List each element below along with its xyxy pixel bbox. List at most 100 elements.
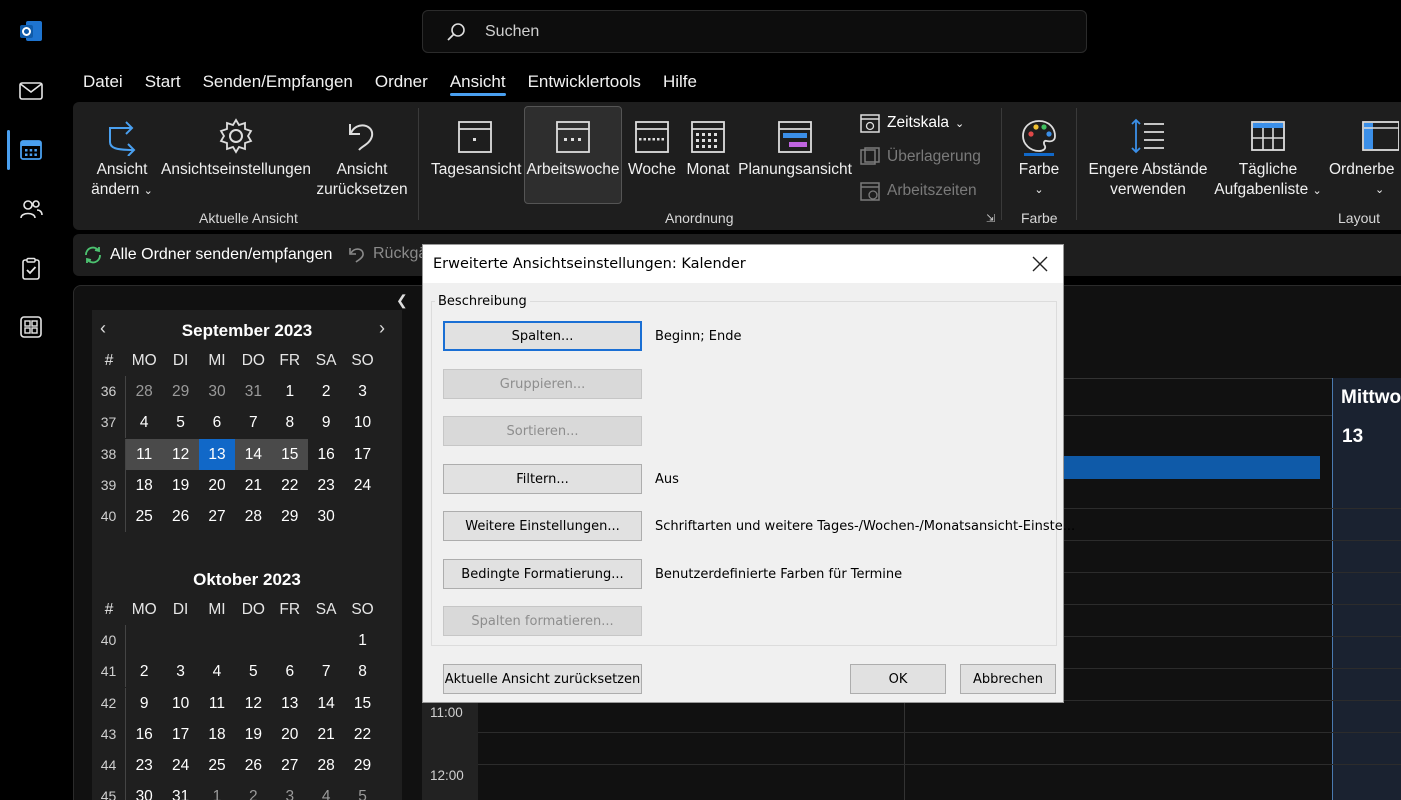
day-cell[interactable] xyxy=(126,625,162,656)
time-scale-button[interactable]: Zeitskala ⌄ xyxy=(859,112,964,134)
day-cell[interactable]: 27 xyxy=(199,501,235,532)
day-cell[interactable]: 8 xyxy=(272,407,308,438)
change-view-button[interactable]: Ansicht ändern ⌄ xyxy=(89,110,155,201)
day-cell[interactable]: 21 xyxy=(235,470,271,501)
day-cell[interactable]: 14 xyxy=(308,688,344,719)
day-cell[interactable]: 17 xyxy=(162,719,198,750)
day-cell[interactable]: 29 xyxy=(162,376,198,407)
day-cell[interactable]: 20 xyxy=(272,719,308,750)
day-cell[interactable] xyxy=(344,501,380,532)
day-cell[interactable]: 31 xyxy=(162,781,198,800)
schedule-view-button[interactable]: Planungsansicht xyxy=(738,110,852,180)
day-cell[interactable]: 9 xyxy=(308,407,344,438)
day-cell[interactable]: 16 xyxy=(126,719,162,750)
day-cell[interactable]: 12 xyxy=(162,438,199,470)
day-cell[interactable] xyxy=(162,625,198,656)
day-cell[interactable]: 3 xyxy=(162,656,198,687)
day-cell[interactable]: 7 xyxy=(308,656,344,687)
day-cell[interactable]: 22 xyxy=(344,719,380,750)
day-cell[interactable]: 5 xyxy=(344,781,380,800)
search-box[interactable]: Suchen xyxy=(422,10,1087,53)
day-cell[interactable]: 28 xyxy=(308,750,344,781)
day-cell[interactable]: 22 xyxy=(272,470,308,501)
more-settings-button[interactable]: Weitere Einstellungen... xyxy=(443,511,642,541)
day-cell[interactable]: 24 xyxy=(344,470,380,501)
work-week-button[interactable]: Arbeitswoche xyxy=(524,106,622,204)
day-cell[interactable]: 1 xyxy=(344,625,380,656)
tab-senden-empfangen[interactable]: Senden/Empfangen xyxy=(192,68,364,98)
day-cell[interactable]: 16 xyxy=(308,439,344,470)
send-receive-all-button[interactable]: Alle Ordner senden/empfangen xyxy=(82,244,332,266)
mail-icon[interactable] xyxy=(14,74,48,108)
next-month-icon[interactable]: › xyxy=(379,318,385,339)
day-cell[interactable]: 21 xyxy=(308,719,344,750)
day-cell[interactable]: 18 xyxy=(126,470,162,501)
day-cell[interactable]: 11 xyxy=(199,688,235,719)
folder-pane-button[interactable]: Ordnerbe ⌄ xyxy=(1329,110,1401,200)
day-cell[interactable]: 20 xyxy=(199,470,235,501)
day-cell[interactable]: 23 xyxy=(126,750,162,781)
day-cell[interactable]: 18 xyxy=(199,719,235,750)
columns-button[interactable]: Spalten... xyxy=(443,321,642,351)
tasks-icon[interactable] xyxy=(14,252,48,286)
tab-datei[interactable]: Datei xyxy=(72,68,134,98)
sort-button[interactable]: Sortieren... xyxy=(443,416,642,446)
day-cell[interactable]: 9 xyxy=(126,688,162,719)
day-cell[interactable]: 5 xyxy=(162,407,198,438)
day-cell[interactable]: 19 xyxy=(235,719,271,750)
tab-start[interactable]: Start xyxy=(134,68,192,98)
day-cell[interactable]: 1 xyxy=(199,781,235,800)
day-cell[interactable]: 11 xyxy=(126,438,163,470)
overlay-button[interactable]: Überlagerung xyxy=(859,146,981,168)
day-cell[interactable] xyxy=(272,625,308,656)
day-cell[interactable]: 25 xyxy=(199,750,235,781)
apps-icon[interactable] xyxy=(14,310,48,344)
group-button[interactable]: Gruppieren... xyxy=(443,369,642,399)
filter-button[interactable]: Filtern... xyxy=(443,464,642,494)
calendar-icon[interactable] xyxy=(14,133,48,167)
tab-hilfe[interactable]: Hilfe xyxy=(652,68,708,98)
tab-ansicht[interactable]: Ansicht xyxy=(439,68,517,98)
day-cell[interactable]: 1 xyxy=(272,376,308,407)
undo-button[interactable]: Rückgä xyxy=(347,244,427,264)
day-cell[interactable]: 2 xyxy=(308,376,344,407)
calendar-event[interactable] xyxy=(1062,456,1320,479)
day-cell[interactable]: 19 xyxy=(162,470,198,501)
day-cell[interactable]: 7 xyxy=(235,407,271,438)
day-cell[interactable] xyxy=(235,625,271,656)
day-cell[interactable] xyxy=(308,625,344,656)
day-cell[interactable]: 5 xyxy=(235,656,271,687)
conditional-format-button[interactable]: Bedingte Formatierung... xyxy=(443,559,642,589)
day-cell[interactable]: 17 xyxy=(344,439,380,470)
day-cell[interactable]: 29 xyxy=(344,750,380,781)
day-cell[interactable]: 27 xyxy=(272,750,308,781)
reset-view-dialog-button[interactable]: Aktuelle Ansicht zurücksetzen xyxy=(443,664,642,694)
day-cell[interactable]: 8 xyxy=(344,656,380,687)
day-view-button[interactable]: Tagesansicht xyxy=(431,110,521,180)
day-cell[interactable]: 10 xyxy=(162,688,198,719)
day-cell[interactable]: 2 xyxy=(235,781,271,800)
day-cell[interactable]: 3 xyxy=(344,376,380,407)
dialog-launcher-icon[interactable]: ⇲ xyxy=(986,212,995,225)
day-cell[interactable]: 23 xyxy=(308,470,344,501)
day-cell[interactable]: 4 xyxy=(308,781,344,800)
color-button[interactable]: Farbe ⌄ xyxy=(1011,110,1067,200)
cancel-button[interactable]: Abbrechen xyxy=(960,664,1056,694)
day-cell[interactable]: 13 xyxy=(272,688,308,719)
format-columns-button[interactable]: Spalten formatieren... xyxy=(443,606,642,636)
ok-button[interactable]: OK xyxy=(850,664,946,694)
day-cell[interactable]: 2 xyxy=(126,656,162,687)
tab-ordner[interactable]: Ordner xyxy=(364,68,439,98)
reset-view-button[interactable]: Ansicht zurücksetzen xyxy=(315,110,409,200)
day-cell[interactable]: 26 xyxy=(235,750,271,781)
work-hours-button[interactable]: Arbeitszeiten xyxy=(859,180,977,202)
day-cell[interactable] xyxy=(199,625,235,656)
close-icon[interactable] xyxy=(1029,253,1051,275)
day-cell[interactable]: 4 xyxy=(126,407,162,438)
compact-spacing-button[interactable]: Engere Abstände verwenden xyxy=(1086,110,1210,200)
day-cell[interactable]: 4 xyxy=(199,656,235,687)
day-cell[interactable]: 14 xyxy=(235,438,272,470)
day-cell[interactable]: 31 xyxy=(235,376,271,407)
day-cell[interactable]: 25 xyxy=(126,501,162,532)
day-cell[interactable]: 15 xyxy=(344,688,380,719)
